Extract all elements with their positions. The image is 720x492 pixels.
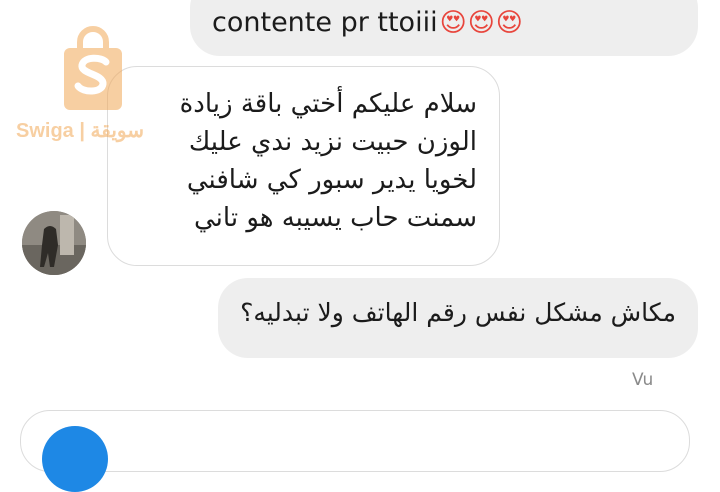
- avatar-photo-icon: [22, 211, 86, 275]
- message-text: contente pr ttoiii: [212, 7, 438, 38]
- message-line: سلام عليكم أختي باقة زيادة: [179, 89, 477, 119]
- message-line: سمنت حاب يسيبه هو تاني: [194, 203, 477, 233]
- shopping-bag-icon: [64, 26, 122, 110]
- avatar-partial[interactable]: [42, 426, 108, 492]
- message-text: مكاش مشكل نفس رقم الهاتف ولا تبدليه؟: [240, 298, 676, 327]
- heart-eyes-emoji-icon: 😍😍😍: [439, 8, 524, 38]
- message-line: لخويا يدير سبور كي شافني: [186, 165, 477, 195]
- watermark-text: Swiga | سويقة: [16, 120, 145, 142]
- seen-status: Vu: [632, 370, 654, 390]
- message-bubble-outgoing-1[interactable]: contente pr ttoiii 😍😍😍: [190, 0, 698, 56]
- message-bubble-incoming-partial[interactable]: [20, 410, 690, 472]
- watermark-logo: Swiga | سويقة: [14, 26, 174, 146]
- message-bubble-outgoing-2[interactable]: مكاش مشكل نفس رقم الهاتف ولا تبدليه؟: [218, 278, 698, 358]
- message-line: الوزن حبيت نزيد ندي عليك: [188, 127, 477, 157]
- avatar[interactable]: [22, 211, 86, 275]
